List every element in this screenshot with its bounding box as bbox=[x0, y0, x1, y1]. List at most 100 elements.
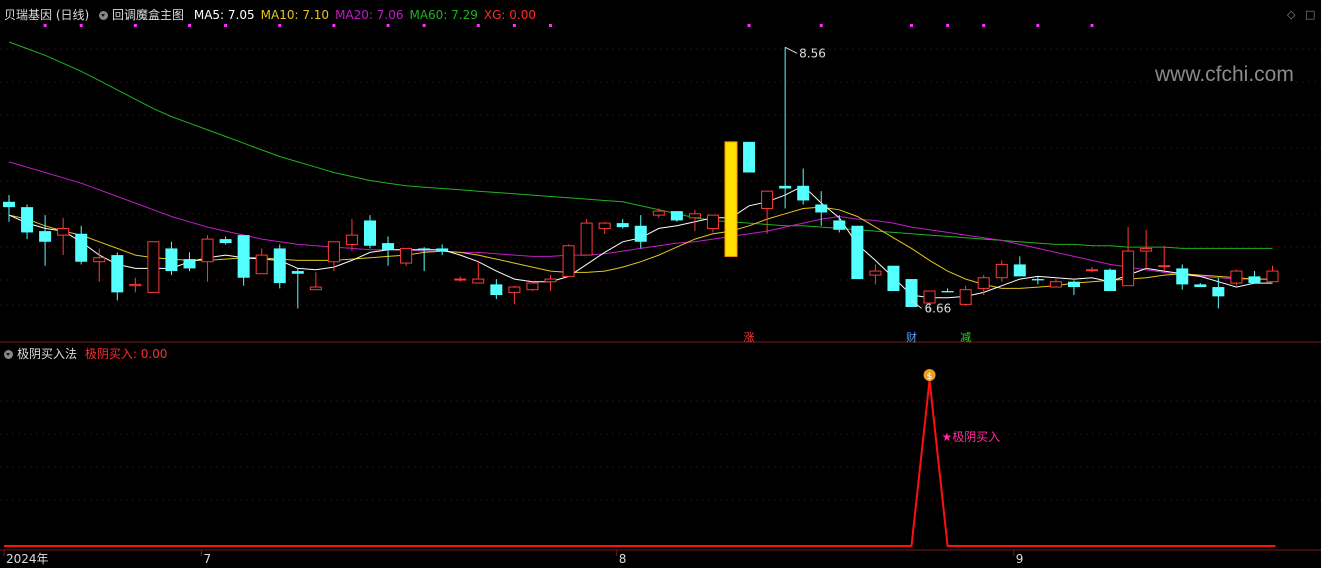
candle-21 bbox=[382, 236, 395, 266]
candle-50 bbox=[905, 279, 918, 308]
candle-10 bbox=[183, 252, 196, 272]
header-item-0: MA5: 7.05 bbox=[193, 8, 255, 22]
header-item-4: XG: 0.00 bbox=[483, 8, 537, 22]
candle-body bbox=[544, 278, 557, 283]
candle-body bbox=[1067, 281, 1080, 288]
header-item-1: MA10: 7.10 bbox=[260, 8, 330, 22]
candle-body bbox=[21, 207, 34, 233]
header-item-2: MA20: 7.06 bbox=[335, 8, 404, 22]
watermark: www.cfchi.com bbox=[1155, 63, 1294, 86]
candle-body bbox=[1049, 281, 1062, 288]
top-marker-10 bbox=[512, 24, 516, 27]
candle-53 bbox=[959, 285, 972, 306]
candle-4 bbox=[75, 225, 88, 265]
candle-30 bbox=[544, 275, 557, 292]
candle-31 bbox=[562, 244, 575, 277]
candle-body bbox=[670, 211, 683, 221]
candle-63 bbox=[1140, 229, 1153, 270]
candle-body bbox=[1248, 276, 1261, 284]
candle-3 bbox=[57, 217, 70, 256]
indicator-name[interactable]: 回调魔盒主图 bbox=[112, 8, 184, 22]
header-item-3: MA60: 7.29 bbox=[409, 8, 478, 22]
candle-45 bbox=[815, 191, 828, 226]
candle-body bbox=[147, 241, 160, 293]
candle-49 bbox=[887, 265, 900, 292]
candle-body bbox=[1104, 269, 1117, 292]
candle-body bbox=[1140, 247, 1153, 252]
candle-body bbox=[995, 263, 1008, 279]
candle-58 bbox=[1049, 279, 1062, 288]
sub-chart: $ ★极阴买入 bbox=[4, 369, 1276, 547]
candle-5 bbox=[93, 248, 106, 282]
candle-body bbox=[797, 185, 810, 201]
top-marker-12 bbox=[747, 24, 751, 27]
top-marker-18 bbox=[1090, 24, 1094, 27]
candle-52 bbox=[941, 288, 954, 293]
candle-body bbox=[743, 141, 756, 173]
candle-17 bbox=[309, 272, 322, 291]
candle-32 bbox=[580, 219, 593, 256]
candle-body bbox=[634, 225, 647, 242]
top-marker-5 bbox=[278, 24, 282, 27]
diamond-icon[interactable]: ◇ bbox=[1287, 8, 1295, 21]
low-label: 6.66 bbox=[925, 301, 952, 315]
candle-body bbox=[887, 265, 900, 292]
candle-body bbox=[959, 289, 972, 305]
indicator-toggle-icon[interactable] bbox=[99, 11, 109, 20]
x-axis: 2024年 7 8 9 bbox=[3, 550, 1023, 566]
candle-body bbox=[490, 284, 503, 296]
x-tick-label-0: 2024年 bbox=[6, 552, 49, 566]
candle-body bbox=[616, 223, 629, 228]
money-bag-icon-label: $ bbox=[927, 372, 933, 382]
event-marker-2: 减 bbox=[960, 331, 971, 344]
candle-body bbox=[165, 248, 178, 272]
candle-33 bbox=[598, 221, 611, 234]
candle-body bbox=[273, 248, 286, 284]
candle-body bbox=[3, 201, 15, 208]
candle-34 bbox=[616, 219, 629, 229]
top-marker-3 bbox=[188, 24, 191, 27]
candle-47 bbox=[851, 225, 864, 280]
event-marker-1: 财 bbox=[906, 330, 917, 344]
signal-label: ★极阴买入 bbox=[942, 430, 1001, 444]
candle-body bbox=[75, 233, 88, 262]
candle-42 bbox=[761, 190, 774, 234]
high-label: 8.56 bbox=[799, 46, 826, 60]
top-marker-6 bbox=[332, 24, 336, 27]
top-marker-13 bbox=[819, 24, 823, 27]
candle-6 bbox=[111, 252, 124, 301]
candle-body bbox=[706, 214, 719, 229]
top-marker-8 bbox=[422, 24, 426, 27]
candle-60 bbox=[1086, 267, 1098, 273]
candle-1 bbox=[21, 204, 34, 240]
candle-56 bbox=[1013, 256, 1026, 277]
candle-body bbox=[869, 270, 882, 276]
candle-body bbox=[815, 204, 828, 213]
candle-62 bbox=[1122, 227, 1135, 287]
candle-67 bbox=[1212, 277, 1225, 309]
event-marker-0: 涨 bbox=[744, 331, 755, 344]
candle-59 bbox=[1067, 280, 1080, 296]
candle-25 bbox=[454, 276, 467, 282]
box-icon[interactable]: □ bbox=[1305, 8, 1315, 21]
top-marker-9 bbox=[476, 24, 480, 27]
stock-title: 贝瑞基因 (日线) bbox=[4, 8, 90, 22]
sub-indicator-name[interactable]: 极阴买入法 bbox=[17, 347, 77, 361]
candle-8 bbox=[147, 241, 160, 293]
candle-body bbox=[454, 278, 467, 281]
candle-body bbox=[1176, 268, 1189, 285]
candle-65 bbox=[1176, 264, 1189, 290]
signal-line bbox=[4, 379, 1276, 547]
candle-body bbox=[1230, 270, 1243, 284]
top-marker-2 bbox=[133, 24, 137, 27]
sub-indicator-toggle-icon[interactable] bbox=[4, 350, 13, 359]
sub-indicator-value: 极阴买入: 0.00 bbox=[84, 347, 168, 361]
candle-body bbox=[562, 245, 575, 277]
candle-57 bbox=[1031, 276, 1044, 285]
candle-61 bbox=[1104, 268, 1117, 292]
top-marker-14 bbox=[910, 24, 913, 27]
candle-66 bbox=[1194, 283, 1207, 288]
candle-body bbox=[761, 190, 774, 209]
candle-body bbox=[1122, 250, 1135, 287]
top-marker-15 bbox=[946, 24, 950, 27]
